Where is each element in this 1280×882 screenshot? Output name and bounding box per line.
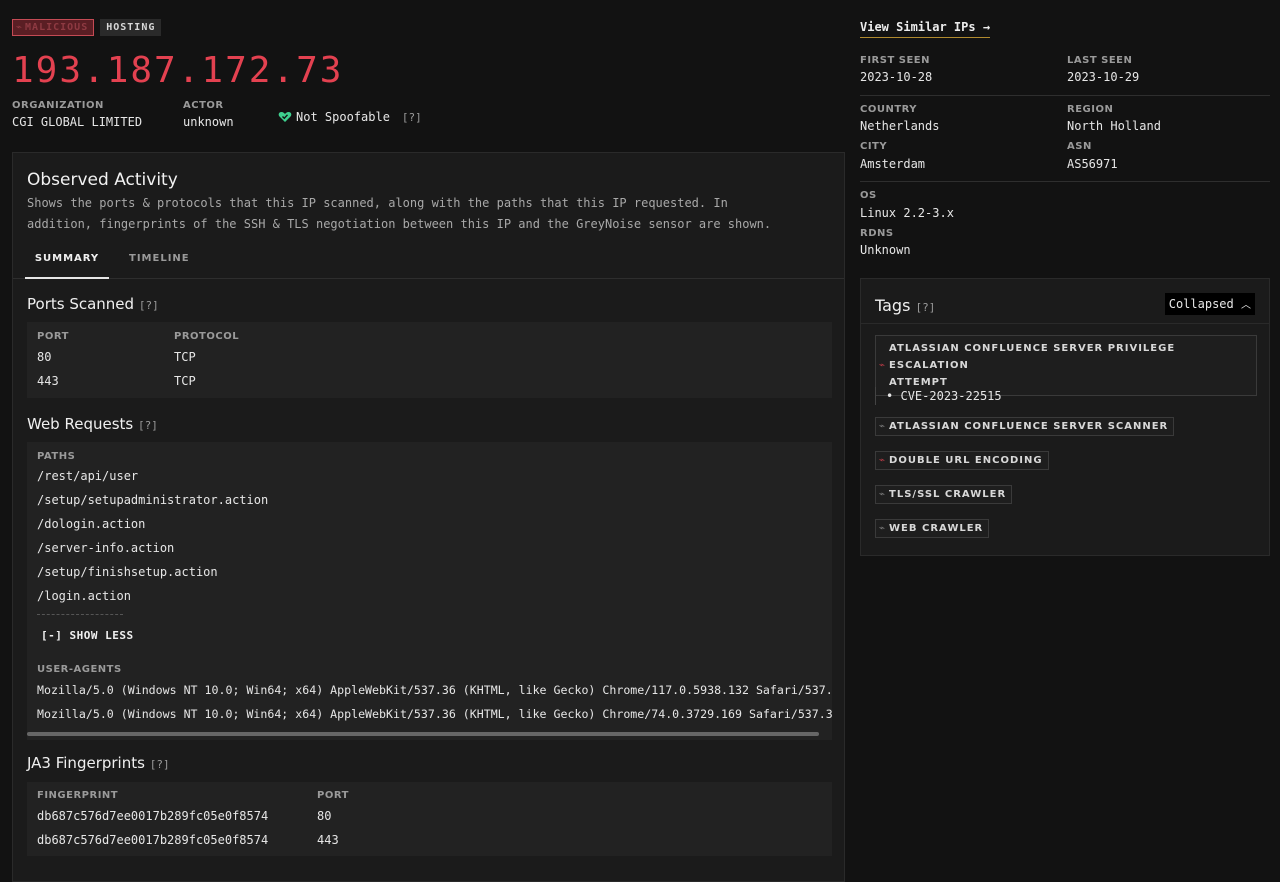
- pulse-icon: ⌁: [879, 489, 887, 500]
- tag-tls-ssl-crawler[interactable]: ⌁ TLS/SSL CRAWLER: [875, 485, 1013, 504]
- organization-block: ORGANIZATION CGI GLOBAL LIMITED: [12, 100, 142, 129]
- tag-web-crawler[interactable]: ⌁ WEB CRAWLER: [875, 519, 990, 538]
- ja3-table: FINGERPRINT PORT db687c576d7ee0017b289fc…: [27, 782, 832, 856]
- spoofable-help[interactable]: [?]: [402, 111, 422, 124]
- organization-value: CGI GLOBAL LIMITED: [12, 115, 143, 129]
- city-value: Amsterdam: [860, 157, 926, 171]
- port-column-header: PORT: [37, 331, 69, 342]
- pulse-icon: ⌁: [879, 455, 887, 466]
- country-value: Netherlands: [860, 119, 940, 133]
- port-cell: 443: [37, 374, 59, 388]
- protocol-cell: TCP: [174, 374, 196, 388]
- protocol-column-header: PROTOCOL: [174, 331, 240, 342]
- path-item: /setup/finishsetup.action: [37, 565, 218, 579]
- paths-label: PATHS: [37, 451, 76, 462]
- fingerprint-column-header: FINGERPRINT: [37, 790, 119, 801]
- pulse-icon: ⌁: [16, 22, 24, 33]
- last-seen-value: 2023-10-29: [1067, 70, 1140, 84]
- ports-scanned-title: Ports Scanned [?]: [27, 295, 159, 313]
- web-requests-help[interactable]: [?]: [138, 419, 158, 432]
- classification-badges: ⌁ MALICIOUS HOSTING: [12, 19, 162, 36]
- first-seen-value: 2023-10-28: [860, 70, 933, 84]
- heart-check-icon: [278, 112, 292, 122]
- tags-title: Tags [?]: [875, 296, 936, 315]
- ports-help[interactable]: [?]: [139, 299, 159, 312]
- tag-double-url-encoding[interactable]: ⌁ DOUBLE URL ENCODING: [875, 451, 1049, 470]
- first-seen-label: FIRST SEEN: [860, 55, 930, 66]
- fingerprint-cell: db687c576d7ee0017b289fc05e0f8574: [37, 809, 269, 823]
- region-value: North Holland: [1067, 119, 1161, 133]
- malicious-badge: ⌁ MALICIOUS: [12, 19, 95, 36]
- bullet-icon: •: [886, 389, 894, 403]
- ja3-port-cell: 80: [317, 809, 332, 823]
- hosting-badge: HOSTING: [100, 19, 162, 36]
- observed-activity-description: Shows the ports & protocols that this IP…: [27, 196, 772, 231]
- path-item: /server-info.action: [37, 541, 175, 555]
- actor-block: ACTOR unknown: [183, 100, 234, 129]
- chevron-up-icon: ︿: [1241, 300, 1251, 311]
- divider: [860, 181, 1270, 182]
- observed-activity-panel: Observed Activity Shows the ports & prot…: [12, 152, 845, 882]
- actor-value: unknown: [183, 115, 234, 129]
- ip-address: 193.187.172.73: [12, 50, 344, 91]
- tag-confluence-scanner[interactable]: ⌁ ATLASSIAN CONFLUENCE SERVER SCANNER: [875, 417, 1175, 436]
- user-agents-label: USER-AGENTS: [37, 664, 122, 675]
- os-value: Linux 2.2-3.x: [860, 206, 954, 220]
- os-label: OS: [860, 190, 877, 201]
- pulse-icon: ⌁: [879, 421, 887, 432]
- ja3-fingerprints-title: JA3 Fingerprints [?]: [27, 754, 170, 772]
- ja3-port-cell: 443: [317, 833, 339, 847]
- country-label: COUNTRY: [860, 104, 918, 115]
- web-requests-box: PATHS /rest/api/user /setup/setupadminis…: [27, 442, 832, 740]
- ja3-port-column-header: PORT: [317, 790, 349, 801]
- path-item: /setup/setupadministrator.action: [37, 493, 269, 507]
- path-item: /rest/api/user: [37, 469, 139, 483]
- organization-label: ORGANIZATION: [12, 100, 104, 111]
- user-agent-item: Mozilla/5.0 (Windows NT 10.0; Win64; x64…: [37, 683, 832, 697]
- observed-activity-title: Observed Activity: [27, 170, 178, 190]
- port-cell: 80: [37, 350, 52, 364]
- tab-summary[interactable]: SUMMARY: [25, 253, 109, 279]
- asn-label: ASN: [1067, 141, 1092, 152]
- path-item: /login.action: [37, 589, 131, 603]
- asn-value: AS56971: [1067, 157, 1118, 171]
- tags-panel: Tags [?] Collapsed ︿ ⌁ ATLASSIAN CONFLUE…: [860, 278, 1270, 556]
- actor-label: ACTOR: [183, 100, 224, 111]
- cve-item: • CVE-2023-22515: [875, 387, 1002, 405]
- fingerprint-cell: db687c576d7ee0017b289fc05e0f8574: [37, 833, 269, 847]
- spoofable-status: Not Spoofable [?]: [278, 110, 422, 124]
- ja3-help[interactable]: [?]: [150, 758, 170, 771]
- show-less-button[interactable]: [-] SHOW LESS: [41, 629, 134, 642]
- city-label: CITY: [860, 141, 888, 152]
- rdns-value: Unknown: [860, 243, 911, 257]
- collapse-toggle-button[interactable]: Collapsed ︿: [1164, 293, 1255, 315]
- region-label: REGION: [1067, 104, 1114, 115]
- last-seen-label: LAST SEEN: [1067, 55, 1133, 66]
- horizontal-scrollbar[interactable]: [27, 732, 819, 736]
- protocol-cell: TCP: [174, 350, 196, 364]
- ports-table: PORT PROTOCOL 80 TCP 443 TCP: [27, 322, 832, 398]
- spoofable-text: Not Spoofable: [296, 110, 390, 124]
- tags-help[interactable]: [?]: [916, 301, 936, 314]
- user-agent-item: Mozilla/5.0 (Windows NT 10.0; Win64; x64…: [37, 707, 832, 721]
- rdns-label: RDNS: [860, 228, 894, 239]
- web-requests-title: Web Requests [?]: [27, 415, 158, 433]
- paths-divider: [37, 614, 123, 615]
- view-similar-ips-link[interactable]: View Similar IPs →: [860, 20, 991, 38]
- activity-tabs: SUMMARY TIMELINE: [13, 243, 844, 279]
- path-item: /dologin.action: [37, 517, 146, 531]
- pulse-icon: ⌁: [879, 360, 887, 371]
- tags-divider: [861, 323, 1269, 324]
- tab-timeline[interactable]: TIMELINE: [129, 253, 190, 264]
- pulse-icon: ⌁: [879, 523, 887, 534]
- divider: [860, 95, 1270, 96]
